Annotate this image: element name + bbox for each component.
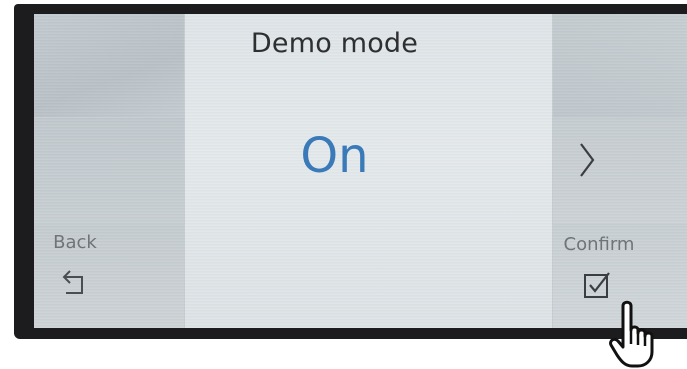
setting-value[interactable]: On	[151, 128, 518, 184]
back-label: Back	[53, 232, 97, 253]
right-top-panel	[553, 14, 687, 117]
right-middle-panel	[553, 118, 687, 224]
next-option-button[interactable]	[575, 140, 599, 180]
setting-title: Demo mode	[250, 28, 419, 59]
confirm-label: Confirm	[563, 234, 635, 255]
checkbox-check-icon	[584, 272, 610, 298]
back-button[interactable]: Back	[30, 226, 120, 306]
chevron-right-icon	[580, 143, 595, 177]
back-arrow-icon	[62, 270, 83, 294]
confirm-button[interactable]: Confirm	[545, 226, 653, 310]
